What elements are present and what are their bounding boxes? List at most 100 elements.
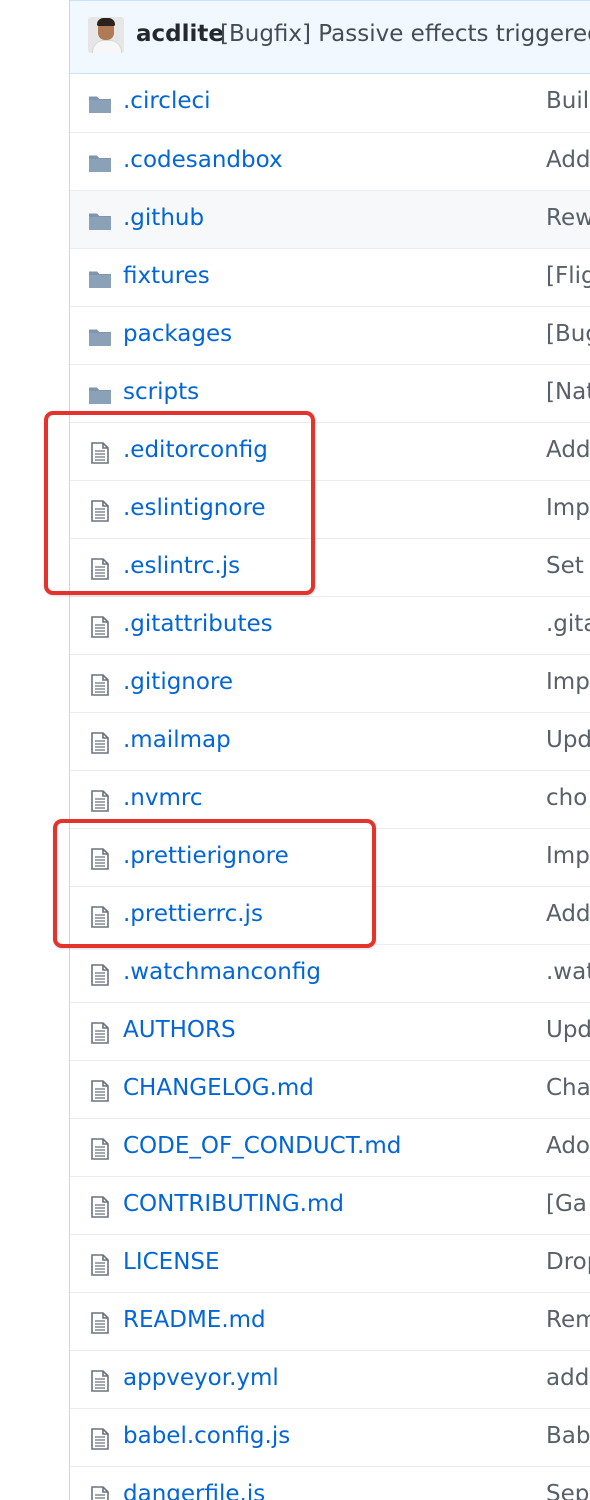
last-commit-message[interactable]: Rem: [546, 1307, 590, 1333]
file-row[interactable]: .prettierignore Imp: [70, 828, 590, 886]
file-row[interactable]: .watchmanconfig .wat: [70, 944, 590, 1002]
directory-link[interactable]: scripts: [123, 379, 199, 405]
directory-row[interactable]: .circleci Buil: [70, 74, 590, 132]
file-row[interactable]: CODE_OF_CONDUCT.md Ado: [70, 1118, 590, 1176]
directory-link[interactable]: .codesandbox: [123, 147, 283, 173]
file-link[interactable]: LICENSE: [123, 1249, 220, 1275]
file-row[interactable]: .mailmap Upd: [70, 712, 590, 770]
last-commit-message[interactable]: Add: [546, 437, 590, 463]
avatar-body: [92, 40, 122, 53]
file-row[interactable]: CONTRIBUTING.md [Ga: [70, 1176, 590, 1234]
file-row[interactable]: babel.config.js Bab: [70, 1408, 590, 1466]
file-link[interactable]: .gitignore: [123, 669, 233, 695]
file-link[interactable]: README.md: [123, 1307, 266, 1333]
last-commit-message[interactable]: .gita: [546, 611, 590, 637]
last-commit-message[interactable]: Upd: [546, 727, 590, 753]
file-icon: [88, 905, 112, 929]
last-commit-message[interactable]: [Bug: [546, 321, 590, 347]
directory-link[interactable]: .circleci: [123, 88, 211, 114]
last-commit-message[interactable]: Upd: [546, 1017, 590, 1043]
file-icon: [88, 789, 112, 813]
last-commit-message[interactable]: Imp: [546, 843, 590, 869]
last-commit-message[interactable]: Bab: [546, 1423, 590, 1449]
file-row[interactable]: dangerfile.js Sep: [70, 1466, 590, 1500]
last-commit-message[interactable]: Set: [546, 553, 584, 579]
commit-message[interactable]: [Bugfix] Passive effects triggered: [220, 21, 590, 47]
file-row[interactable]: .eslintrc.js Set: [70, 538, 590, 596]
file-row[interactable]: .nvmrc cho: [70, 770, 590, 828]
file-icon: [88, 673, 112, 697]
file-link[interactable]: babel.config.js: [123, 1423, 290, 1449]
file-link[interactable]: .editorconfig: [123, 437, 268, 463]
author-avatar[interactable]: [88, 17, 124, 53]
last-commit-message[interactable]: [Ga: [546, 1191, 587, 1217]
last-commit-message[interactable]: Cha: [546, 1075, 590, 1101]
last-commit-message[interactable]: Sep: [546, 1481, 589, 1500]
file-icon: [88, 441, 112, 465]
folder-icon: [88, 325, 112, 349]
latest-commit-bar[interactable]: acdlite [Bugfix] Passive effects trigger…: [70, 0, 590, 74]
file-icon: [88, 1311, 112, 1335]
last-commit-message[interactable]: Rew: [546, 205, 590, 231]
directory-row[interactable]: fixtures [Flig: [70, 248, 590, 306]
last-commit-message[interactable]: .wat: [546, 959, 590, 985]
directory-row[interactable]: .github Rew: [70, 190, 590, 248]
file-row[interactable]: .gitattributes .gita: [70, 596, 590, 654]
directory-link[interactable]: fixtures: [123, 263, 210, 289]
file-link[interactable]: .prettierignore: [123, 843, 289, 869]
file-row[interactable]: LICENSE Drop: [70, 1234, 590, 1292]
last-commit-message[interactable]: [Flig: [546, 263, 590, 289]
directory-link[interactable]: .github: [123, 205, 204, 231]
file-link[interactable]: dangerfile.js: [123, 1481, 265, 1500]
last-commit-message[interactable]: Drop: [546, 1249, 590, 1275]
file-link[interactable]: .eslintrc.js: [123, 553, 240, 579]
file-icon: [88, 731, 112, 755]
file-row[interactable]: .eslintignore Imp: [70, 480, 590, 538]
last-commit-message[interactable]: Add: [546, 901, 590, 927]
directory-row[interactable]: packages [Bug: [70, 306, 590, 364]
last-commit-message[interactable]: [Nat: [546, 379, 590, 405]
file-icon: [88, 1485, 112, 1500]
folder-icon: [88, 92, 112, 116]
file-link[interactable]: CONTRIBUTING.md: [123, 1191, 344, 1217]
file-row[interactable]: CHANGELOG.md Cha: [70, 1060, 590, 1118]
file-link[interactable]: .eslintignore: [123, 495, 266, 521]
file-row[interactable]: .editorconfig Add: [70, 422, 590, 480]
file-row[interactable]: .gitignore Imp: [70, 654, 590, 712]
file-link[interactable]: .mailmap: [123, 727, 231, 753]
directory-link[interactable]: packages: [123, 321, 232, 347]
commit-author-link[interactable]: acdlite: [136, 21, 224, 47]
file-icon: [88, 557, 112, 581]
file-link[interactable]: .nvmrc: [123, 785, 203, 811]
file-icon: [88, 1253, 112, 1277]
directory-row[interactable]: .codesandbox Add: [70, 132, 590, 190]
folder-icon: [88, 209, 112, 233]
file-icon: [88, 1427, 112, 1451]
folder-icon: [88, 151, 112, 175]
file-link[interactable]: AUTHORS: [123, 1017, 236, 1043]
folder-icon: [88, 267, 112, 291]
file-link[interactable]: .prettierrc.js: [123, 901, 263, 927]
last-commit-message[interactable]: Imp: [546, 669, 590, 695]
last-commit-message[interactable]: Ado: [546, 1133, 590, 1159]
file-link[interactable]: CHANGELOG.md: [123, 1075, 314, 1101]
file-link[interactable]: CODE_OF_CONDUCT.md: [123, 1133, 401, 1159]
file-icon: [88, 1137, 112, 1161]
last-commit-message[interactable]: add: [546, 1365, 589, 1391]
file-icon: [88, 847, 112, 871]
last-commit-message[interactable]: Buil: [546, 88, 589, 114]
last-commit-message[interactable]: Add: [546, 147, 590, 173]
last-commit-message[interactable]: Imp: [546, 495, 590, 521]
directory-row[interactable]: scripts [Nat: [70, 364, 590, 422]
file-link[interactable]: .watchmanconfig: [123, 959, 321, 985]
file-row[interactable]: AUTHORS Upd: [70, 1002, 590, 1060]
repository-file-browser: acdlite [Bugfix] Passive effects trigger…: [0, 0, 590, 1500]
folder-icon: [88, 383, 112, 407]
last-commit-message[interactable]: cho: [546, 785, 587, 811]
file-row[interactable]: README.md Rem: [70, 1292, 590, 1350]
file-link[interactable]: appveyor.yml: [123, 1365, 279, 1391]
file-icon: [88, 1079, 112, 1103]
file-row[interactable]: .prettierrc.js Add: [70, 886, 590, 944]
file-link[interactable]: .gitattributes: [123, 611, 273, 637]
file-row[interactable]: appveyor.yml add: [70, 1350, 590, 1408]
